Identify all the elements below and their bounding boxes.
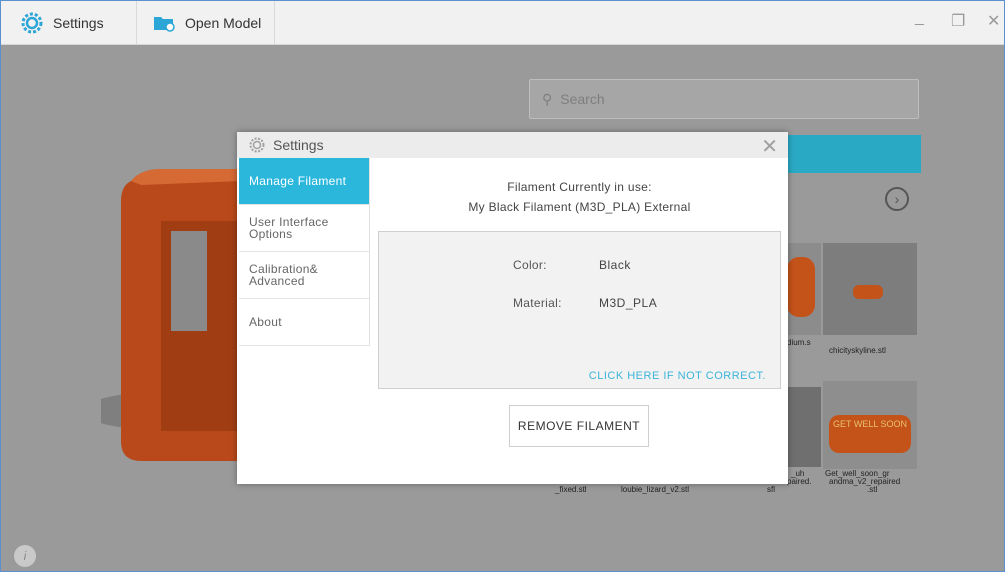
settings-sidebar: Manage Filament User Interface Options C…: [239, 158, 370, 346]
material-value: M3D_PLA: [599, 296, 658, 310]
sidebar-item-label: Manage Filament: [249, 174, 347, 188]
app-window: Settings Open Model _ ❐ ✕ ⚲ Search › diu…: [0, 0, 1005, 572]
thumb-label-7: sfl: [767, 485, 775, 494]
info-button[interactable]: i: [14, 545, 36, 567]
filament-info-box: Color: Black Material: M3D_PLA CLICK HER…: [378, 231, 781, 389]
gear-icon: [249, 137, 265, 153]
sidebar-item-manage-filament[interactable]: Manage Filament: [239, 158, 369, 205]
open-model-label: Open Model: [185, 15, 262, 31]
minimize-button[interactable]: _: [915, 9, 924, 27]
dialog-header: Settings ✕: [237, 132, 788, 158]
search-icon: ⚲: [542, 90, 553, 107]
sidebar-item-label: User Interface Options: [249, 215, 329, 241]
thumb-label-2: chicityskyline.stl: [829, 346, 886, 355]
thumb-label-4: loubie_lizard_v2.stl: [621, 485, 690, 494]
thumb-label-3: _fixed.stl: [555, 485, 587, 494]
restore-button[interactable]: ❐: [951, 11, 965, 31]
top-toolbar: Settings Open Model _ ❐ ✕: [1, 1, 1004, 45]
thumb-label-9: andma_v2_repaired: [829, 477, 901, 486]
sidebar-item-about[interactable]: About: [239, 299, 369, 346]
thumb-label-10: .stl: [867, 485, 878, 494]
color-label: Color:: [513, 258, 547, 272]
material-label: Material:: [513, 296, 562, 310]
dialog-title: Settings: [273, 137, 324, 153]
thumbnail-box[interactable]: [783, 387, 821, 467]
thumbnail-get-well[interactable]: GET WELL SOON: [823, 381, 917, 469]
close-window-button[interactable]: ✕: [987, 11, 1000, 31]
filament-heading: Filament Currently in use:: [507, 180, 652, 194]
search-placeholder: Search: [560, 91, 605, 107]
thumb-label-1: dium.s: [787, 338, 811, 347]
gear-icon: [21, 12, 43, 34]
model-preview: [101, 169, 241, 461]
sidebar-item-label: Calibration& Advanced: [249, 262, 318, 288]
settings-label: Settings: [53, 15, 104, 31]
thumbnail-dinosaur[interactable]: [783, 243, 821, 335]
sidebar-item-calibration-advanced[interactable]: Calibration& Advanced: [239, 252, 369, 299]
sidebar-item-user-interface-options[interactable]: User Interface Options: [239, 205, 369, 252]
next-page-icon[interactable]: ›: [885, 187, 909, 211]
thumb-label-6: paired.: [787, 477, 812, 486]
sidebar-item-label: About: [249, 315, 282, 329]
close-dialog-button[interactable]: ✕: [761, 134, 778, 159]
manage-filament-panel: Filament Currently in use: My Black Fila…: [377, 158, 782, 484]
filament-name: My Black Filament (M3D_PLA) External: [468, 200, 691, 214]
not-correct-link[interactable]: CLICK HERE IF NOT CORRECT.: [589, 370, 766, 382]
open-model-button[interactable]: Open Model: [139, 1, 275, 45]
settings-dialog: Settings ✕ Manage Filament User Interfac…: [237, 132, 788, 484]
library-header-bar: [787, 135, 921, 173]
color-value: Black: [599, 258, 631, 272]
library-search-input[interactable]: ⚲ Search: [529, 79, 919, 119]
remove-filament-button[interactable]: REMOVE FILAMENT: [509, 405, 649, 447]
thumb-sign: GET WELL SOON: [829, 415, 911, 453]
thumbnail-skyline[interactable]: [823, 243, 917, 335]
settings-button[interactable]: Settings: [7, 1, 137, 45]
folder-icon: [154, 17, 175, 32]
